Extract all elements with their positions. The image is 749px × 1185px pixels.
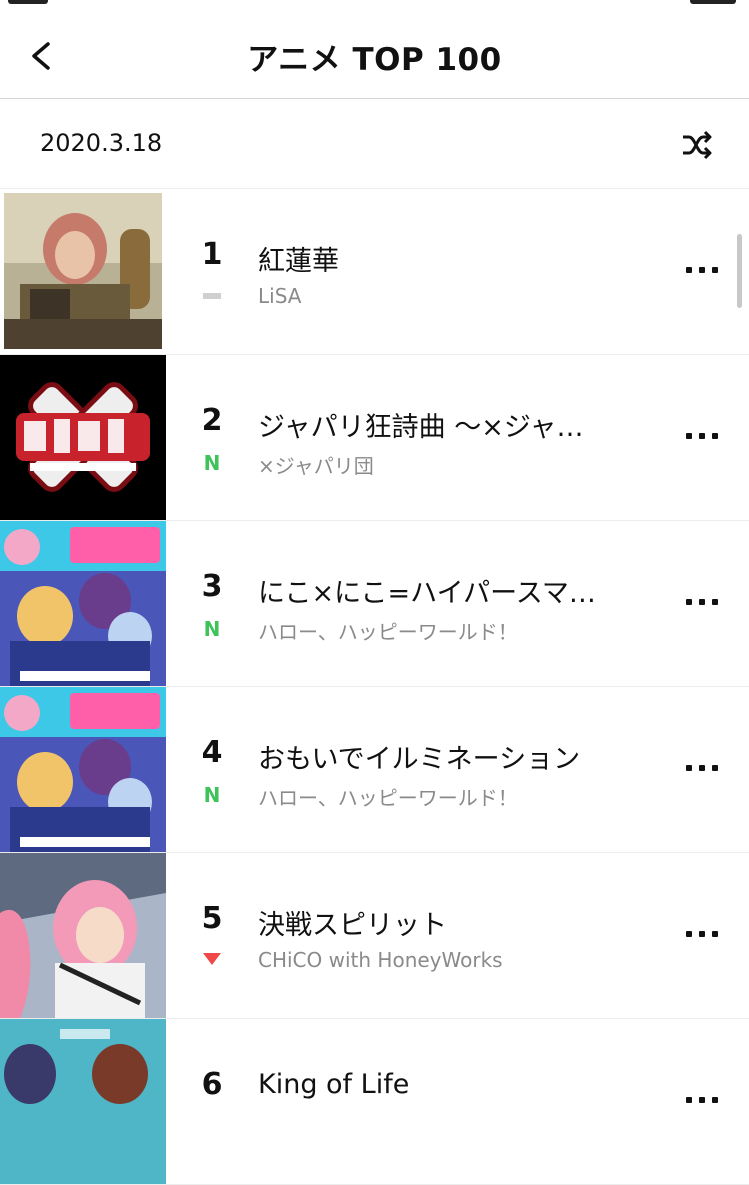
artist-name: ×ジャパリ団 [258,454,374,478]
rank-number: 4 [201,735,223,770]
song-title: おもいでイルミネーション [258,744,581,775]
track-row[interactable]: 6 King of Life [0,1019,749,1185]
rank-change-down [190,949,234,973]
track-row[interactable]: 1 紅蓮華 LiSA [0,189,749,355]
track-row[interactable]: 2 N ジャパリ狂詩曲 〜×ジャ… ×ジャパリ団 [0,355,749,521]
album-art [0,521,166,686]
track-list: 1 紅蓮華 LiSA 2 N ジャパリ狂詩曲 〜×ジャ… ×ジャパリ団 3 N … [0,189,749,1185]
album-art [0,355,166,520]
song-title: ジャパリ狂詩曲 〜×ジャ… [258,412,584,443]
song-title: 決戦スピリット [258,910,447,941]
more-button[interactable] [682,759,722,779]
more-button[interactable] [682,427,722,447]
new-entry-badge: N [203,451,221,475]
date-bar: 2020.3.18 [0,99,749,189]
rank-change-new: N [190,783,234,807]
more-button[interactable] [682,1091,722,1111]
shuffle-icon [683,130,712,160]
album-art [0,1019,166,1184]
track-row[interactable]: 3 N にこ×にこ=ハイパースマ… ハロー、ハッピーワールド！ [0,521,749,687]
track-row[interactable]: 4 N おもいでイルミネーション ハロー、ハッピーワールド！ [0,687,749,853]
new-entry-badge: N [203,783,221,807]
status-bar [0,0,749,10]
rank-number: 3 [201,569,223,604]
new-entry-badge: N [203,617,221,641]
more-button[interactable] [682,593,722,613]
shuffle-button[interactable] [680,128,714,162]
rank-number: 1 [201,237,223,272]
rank-change-new: N [190,451,234,475]
song-title: にこ×にこ=ハイパースマ… [258,578,596,609]
chart-date: 2020.3.18 [40,129,163,157]
more-button[interactable] [682,261,722,281]
artist-name: ハロー、ハッピーワールド！ [258,786,518,810]
album-art [0,853,166,1018]
track-row[interactable]: 5 決戦スピリット CHiCO with HoneyWorks [0,853,749,1019]
rank-number: 2 [201,403,223,438]
more-button[interactable] [682,925,722,945]
artist-name: LiSA [258,284,302,308]
battery-icon [690,0,736,4]
artist-name: ハロー、ハッピーワールド！ [258,620,518,644]
signal-icon [8,0,48,4]
album-art [0,687,166,852]
scrollbar[interactable] [737,234,742,308]
song-title: King of Life [258,1069,410,1100]
album-art [0,189,166,354]
artist-name: CHiCO with HoneyWorks [258,948,503,972]
rank-change-same [190,285,234,309]
rank-number: 6 [201,1067,223,1102]
no-change-icon [203,293,221,299]
header: アニメ TOP 100 [0,10,749,99]
page-title: アニメ TOP 100 [247,42,502,78]
rank-down-icon [203,953,221,965]
rank-change-new: N [190,617,234,641]
song-title: 紅蓮華 [258,246,339,277]
rank-number: 5 [201,901,223,936]
